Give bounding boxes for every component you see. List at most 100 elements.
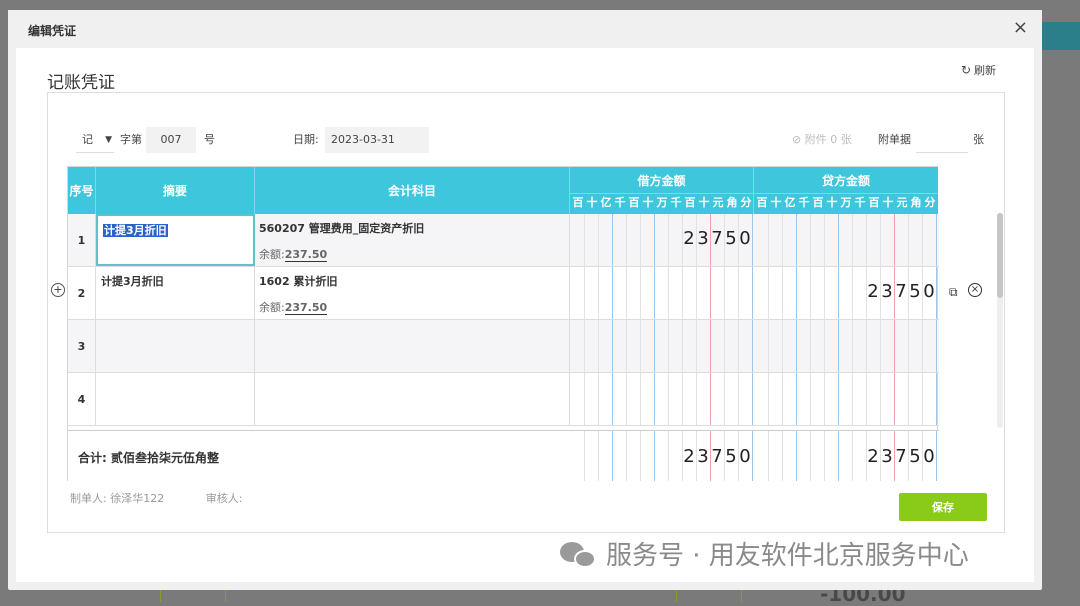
copy-icon[interactable]: ⧉ — [949, 285, 958, 300]
digit-unit-header: 亿 — [600, 196, 612, 209]
digit-unit-header: 千 — [854, 196, 866, 209]
row-account[interactable]: 1602 累计折旧 余额:237.50 — [255, 267, 570, 319]
digit-grid-line — [768, 267, 769, 319]
table-row: 2 计提3月折旧 1602 累计折旧 余额:237.50 2 3 7 5 0 — [68, 267, 939, 320]
digit-grid-line — [936, 267, 937, 319]
refresh-label: 刷新 — [974, 64, 996, 77]
row-summary[interactable]: 计提3月折旧 — [96, 214, 255, 266]
total-credit: 23750 — [754, 431, 938, 481]
row-summary[interactable]: 计提3月折旧 — [96, 267, 255, 319]
row-account-name: 560207 管理费用_固定资产折旧 — [259, 222, 425, 235]
digit-grid-line — [782, 373, 783, 425]
digit-grid-line — [866, 214, 867, 266]
digit-unit-header: 万 — [840, 196, 852, 209]
voucher-number-unit: 号 — [204, 133, 215, 146]
row-debit[interactable] — [570, 320, 754, 372]
row-account[interactable] — [255, 320, 570, 372]
digit-grid-line — [640, 373, 641, 425]
digit-grid-line — [598, 431, 599, 481]
date-input[interactable]: 2023-03-31 — [325, 127, 429, 153]
row-account[interactable] — [255, 373, 570, 425]
digit-unit-header: 百 — [812, 196, 824, 209]
row-debit[interactable] — [570, 373, 754, 425]
balance-label: 余额: — [259, 248, 285, 261]
digit-unit-header: 百 — [628, 196, 640, 209]
digit-grid-line — [824, 431, 825, 481]
digit-grid-line — [936, 373, 937, 425]
digit-grid-line — [724, 267, 725, 319]
digit-grid-line — [782, 267, 783, 319]
digit-grid-line — [782, 214, 783, 266]
save-button[interactable]: 保存 — [899, 493, 987, 521]
row-summary[interactable] — [96, 320, 255, 372]
digit-grid-line — [612, 267, 613, 319]
close-icon[interactable]: × — [1013, 19, 1028, 37]
balance-value: 237.50 — [284, 301, 328, 315]
digit-grid-line — [852, 373, 853, 425]
balance-value: 237.50 — [284, 248, 328, 262]
digit-grid-line — [584, 373, 585, 425]
table-row: 4 — [68, 373, 939, 426]
digit-unit-header: 分 — [924, 196, 936, 209]
table-scrollbar[interactable] — [997, 213, 1003, 428]
digit-grid-line — [738, 267, 739, 319]
digit-unit-header: 元 — [896, 196, 908, 209]
digit-grid-line — [738, 320, 739, 372]
digit-grid-line — [640, 320, 641, 372]
row-credit[interactable]: 23750 — [754, 267, 938, 319]
row-summary[interactable] — [96, 373, 255, 425]
digit-unit-header: 亿 — [784, 196, 796, 209]
digit-grid-line — [584, 267, 585, 319]
digit-grid-line — [852, 214, 853, 266]
digit-grid-line — [838, 267, 839, 319]
row-seq: 4 — [68, 373, 96, 425]
digit-grid-line — [710, 373, 711, 425]
refresh-icon: ↻ — [960, 63, 971, 77]
digit-grid-line — [654, 214, 655, 266]
digit-grid-line — [640, 267, 641, 319]
voucher-number-input[interactable]: 007 — [146, 127, 196, 153]
amount-value: 23750 — [867, 281, 935, 302]
digit-unit-header: 百 — [684, 196, 696, 209]
row-account[interactable]: 560207 管理费用_固定资产折旧 余额:237.50 — [255, 214, 570, 266]
refresh-button[interactable]: ↻ 刷新 — [961, 62, 996, 78]
digit-grid-line — [824, 267, 825, 319]
digit-grid-line — [668, 320, 669, 372]
row-credit[interactable] — [754, 373, 938, 425]
debit-digit-units: 百十亿千百十万千百十元角分 — [570, 194, 754, 214]
scroll-thumb[interactable] — [997, 213, 1003, 298]
digit-grid-line — [894, 320, 895, 372]
digit-grid-line — [696, 320, 697, 372]
digit-grid-line — [612, 320, 613, 372]
digit-unit-header: 十 — [826, 196, 838, 209]
row-credit[interactable] — [754, 214, 938, 266]
digit-grid-line — [824, 214, 825, 266]
digit-unit-header: 十 — [882, 196, 894, 209]
digit-grid-line — [894, 373, 895, 425]
close-circle-icon[interactable]: × — [968, 283, 982, 297]
digit-grid-line — [640, 431, 641, 481]
row-debit[interactable] — [570, 267, 754, 319]
plus-circle-icon[interactable]: + — [51, 283, 65, 297]
header-account: 会计科目 — [255, 167, 570, 214]
digit-grid-line — [908, 214, 909, 266]
row-debit[interactable]: 23750 — [570, 214, 754, 266]
digit-grid-line — [768, 214, 769, 266]
digit-grid-line — [738, 373, 739, 425]
credit-digit-units: 百十亿千百十万千百十元角分 — [754, 194, 938, 214]
digit-grid-line — [810, 267, 811, 319]
voucher-word-select[interactable]: 记 ▼ — [76, 127, 114, 153]
edit-voucher-modal: 编辑凭证 × 记账凭证 ↻ 刷新 记 ▼ 字第 007 号 日期: 2023-03… — [8, 10, 1042, 590]
voucher-footer: 制单人: 徐泽华122 审核人: — [70, 490, 280, 506]
digit-grid-line — [880, 373, 881, 425]
digit-grid-line — [852, 267, 853, 319]
attached-docs-input[interactable] — [916, 127, 968, 153]
digit-unit-header: 百 — [756, 196, 768, 209]
digit-grid-line — [654, 373, 655, 425]
digit-grid-line — [782, 320, 783, 372]
digit-unit-header: 万 — [656, 196, 668, 209]
attachment-link[interactable]: ⊘ 附件 0 张 — [792, 127, 852, 153]
digit-grid-line — [810, 373, 811, 425]
row-credit[interactable] — [754, 320, 938, 372]
digit-grid-line — [752, 373, 753, 425]
